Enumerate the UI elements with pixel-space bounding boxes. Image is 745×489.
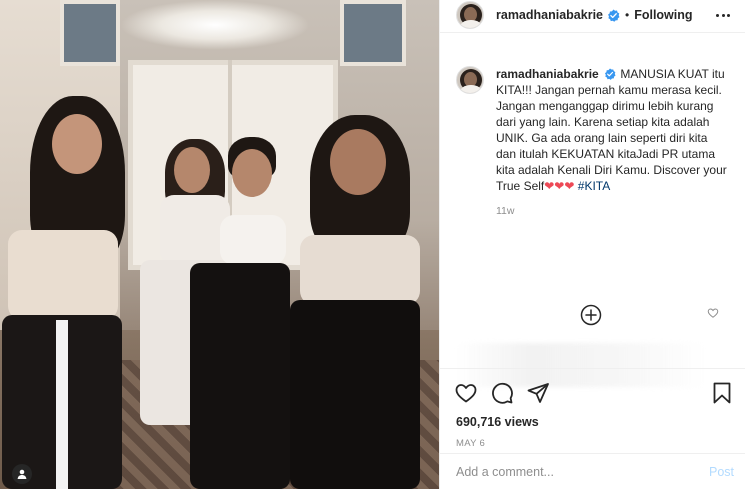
plus-circle-icon[interactable]: [580, 304, 602, 326]
author-username[interactable]: ramadhaniabakrie: [496, 8, 603, 22]
more-options-icon[interactable]: [713, 7, 733, 23]
user-tag-icon[interactable]: [12, 464, 32, 484]
heart-icon[interactable]: [454, 381, 478, 405]
caption-username[interactable]: ramadhaniabakrie: [496, 67, 599, 81]
header-separator: •: [625, 8, 630, 22]
post-side-panel: ramadhaniabakrie • Following ramadhaniab…: [439, 0, 745, 489]
caption-avatar[interactable]: [456, 66, 484, 94]
post-video[interactable]: [0, 0, 439, 489]
comments-area: ramadhaniabakrie MANUSIA KUAT itu KITA!!…: [440, 52, 745, 387]
caption-time-ago[interactable]: 11w: [496, 203, 730, 219]
chandelier: [120, 0, 310, 50]
heart-emoji-icon: ❤❤❤: [544, 179, 575, 193]
comment-input[interactable]: Add a comment...: [456, 465, 709, 479]
bookmark-icon[interactable]: [710, 381, 734, 405]
post-date[interactable]: MAY 6: [440, 429, 745, 449]
following-button[interactable]: Following: [634, 8, 692, 22]
hashtag-link[interactable]: #KITA: [578, 179, 610, 193]
dancer-1: [0, 90, 150, 489]
paper-plane-icon[interactable]: [526, 381, 550, 405]
caption: ramadhaniabakrie MANUSIA KUAT itu KITA!!…: [440, 52, 745, 219]
comment-icon[interactable]: [490, 381, 514, 405]
post-comment-button[interactable]: Post: [709, 465, 734, 479]
verified-badge-icon: [607, 9, 620, 22]
author-avatar[interactable]: [456, 1, 484, 29]
instagram-post: ramadhaniabakrie • Following ramadhaniab…: [0, 0, 745, 489]
comment-like-heart-icon[interactable]: [707, 306, 719, 324]
dancer-4: [250, 115, 439, 489]
caption-body: MANUSIA KUAT itu KITA!!! Jangan pernah k…: [496, 67, 727, 193]
add-comment-bar: Add a comment... Post: [440, 453, 745, 489]
post-header: ramadhaniabakrie • Following: [440, 0, 745, 33]
post-actions: 690,716 views MAY 6: [440, 368, 745, 449]
views-count[interactable]: 690,716 views: [440, 405, 745, 429]
verified-badge-icon: [604, 68, 617, 81]
